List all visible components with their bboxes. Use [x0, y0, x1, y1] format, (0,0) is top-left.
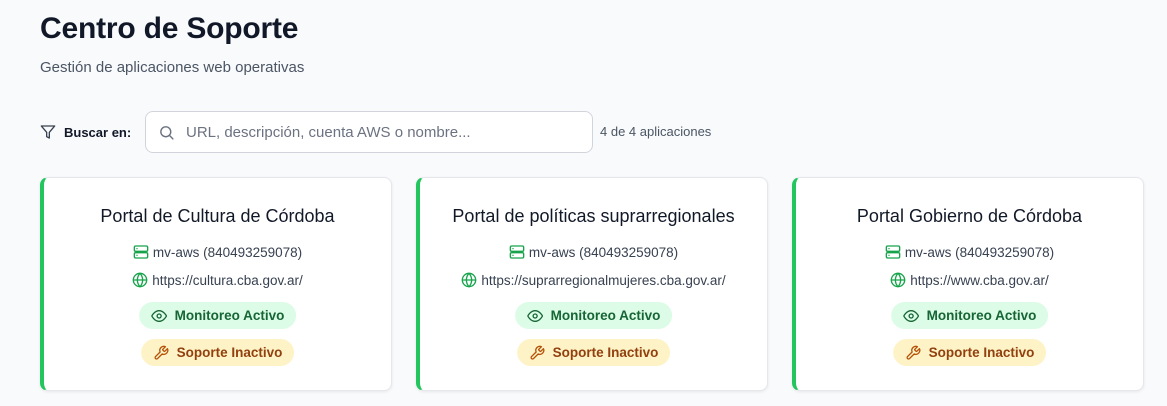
- app-card-url: https://www.cba.gov.ar/: [796, 271, 1143, 289]
- server-icon: [133, 245, 149, 259]
- wrench-icon: [529, 345, 544, 360]
- support-status-text: Soporte Inactivo: [928, 345, 1035, 360]
- monitoring-status-text: Monitoreo Activo: [174, 308, 285, 323]
- filter-label-text: Buscar en:: [64, 124, 132, 140]
- support-status-text: Soporte Inactivo: [176, 345, 283, 360]
- server-icon: [509, 245, 525, 259]
- support-center-page: Centro de Soporte Gestión de aplicacione…: [0, 0, 1167, 406]
- app-card-account-text: mv-aws (840493259078): [528, 244, 679, 260]
- app-card[interactable]: Portal de Cultura de Córdoba mv-aws (840…: [40, 177, 392, 391]
- app-card-url: https://cultura.cba.gov.ar/: [44, 271, 391, 289]
- wrench-icon: [153, 345, 168, 360]
- monitoring-status-text: Monitoreo Activo: [926, 308, 1037, 323]
- search-icon: [160, 126, 174, 140]
- app-card-url-link[interactable]: https://cultura.cba.gov.ar/: [152, 273, 303, 288]
- app-card-account: mv-aws (840493259078): [420, 243, 767, 261]
- app-card[interactable]: Portal de políticas suprarregionales mv-…: [416, 177, 768, 391]
- app-card-title: Portal de políticas suprarregionales: [452, 206, 735, 226]
- search-filter-bar: Buscar en: 4 de 4 aplicaciones: [40, 111, 740, 153]
- support-status-badge: Soporte Inactivo: [516, 339, 671, 366]
- app-card-account: mv-aws (840493259078): [796, 243, 1143, 261]
- support-status-text: Soporte Inactivo: [552, 345, 659, 360]
- search-input[interactable]: [186, 112, 586, 152]
- eye-icon: [150, 309, 167, 322]
- globe-icon: [132, 272, 148, 288]
- support-status-badge: Soporte Inactivo: [140, 339, 295, 366]
- results-count: 4 de 4 aplicaciones: [600, 124, 712, 139]
- page-subtitle: Gestión de aplicaciones web operativas: [40, 59, 305, 76]
- app-card-account-text: mv-aws (840493259078): [904, 244, 1055, 260]
- app-card-title: Portal de Cultura de Córdoba: [100, 206, 335, 226]
- eye-icon: [526, 309, 543, 322]
- filter-label: Buscar en:: [40, 123, 131, 141]
- app-card-url-link[interactable]: https://www.cba.gov.ar/: [910, 273, 1049, 288]
- eye-icon: [902, 309, 919, 322]
- app-card-account-text: mv-aws (840493259078): [152, 244, 303, 260]
- globe-icon: [461, 272, 477, 288]
- app-card[interactable]: Portal Gobierno de Córdoba mv-aws (84049…: [792, 177, 1144, 391]
- search-box[interactable]: [145, 111, 593, 153]
- monitoring-status-text: Monitoreo Activo: [550, 308, 661, 323]
- monitoring-status-badge: Monitoreo Activo: [514, 302, 673, 329]
- monitoring-status-badge: Monitoreo Activo: [138, 302, 297, 329]
- filter-icon: [40, 125, 56, 139]
- wrench-icon: [905, 345, 920, 360]
- monitoring-status-badge: Monitoreo Activo: [890, 302, 1049, 329]
- page-title: Centro de Soporte: [40, 12, 299, 45]
- app-card-account: mv-aws (840493259078): [44, 243, 391, 261]
- app-card-title: Portal Gobierno de Córdoba: [856, 206, 1083, 226]
- server-icon: [885, 245, 901, 259]
- app-card-url-link[interactable]: https://suprarregionalmujeres.cba.gov.ar…: [481, 273, 725, 288]
- globe-icon: [890, 272, 906, 288]
- support-status-badge: Soporte Inactivo: [892, 339, 1047, 366]
- app-card-url: https://suprarregionalmujeres.cba.gov.ar…: [420, 271, 767, 289]
